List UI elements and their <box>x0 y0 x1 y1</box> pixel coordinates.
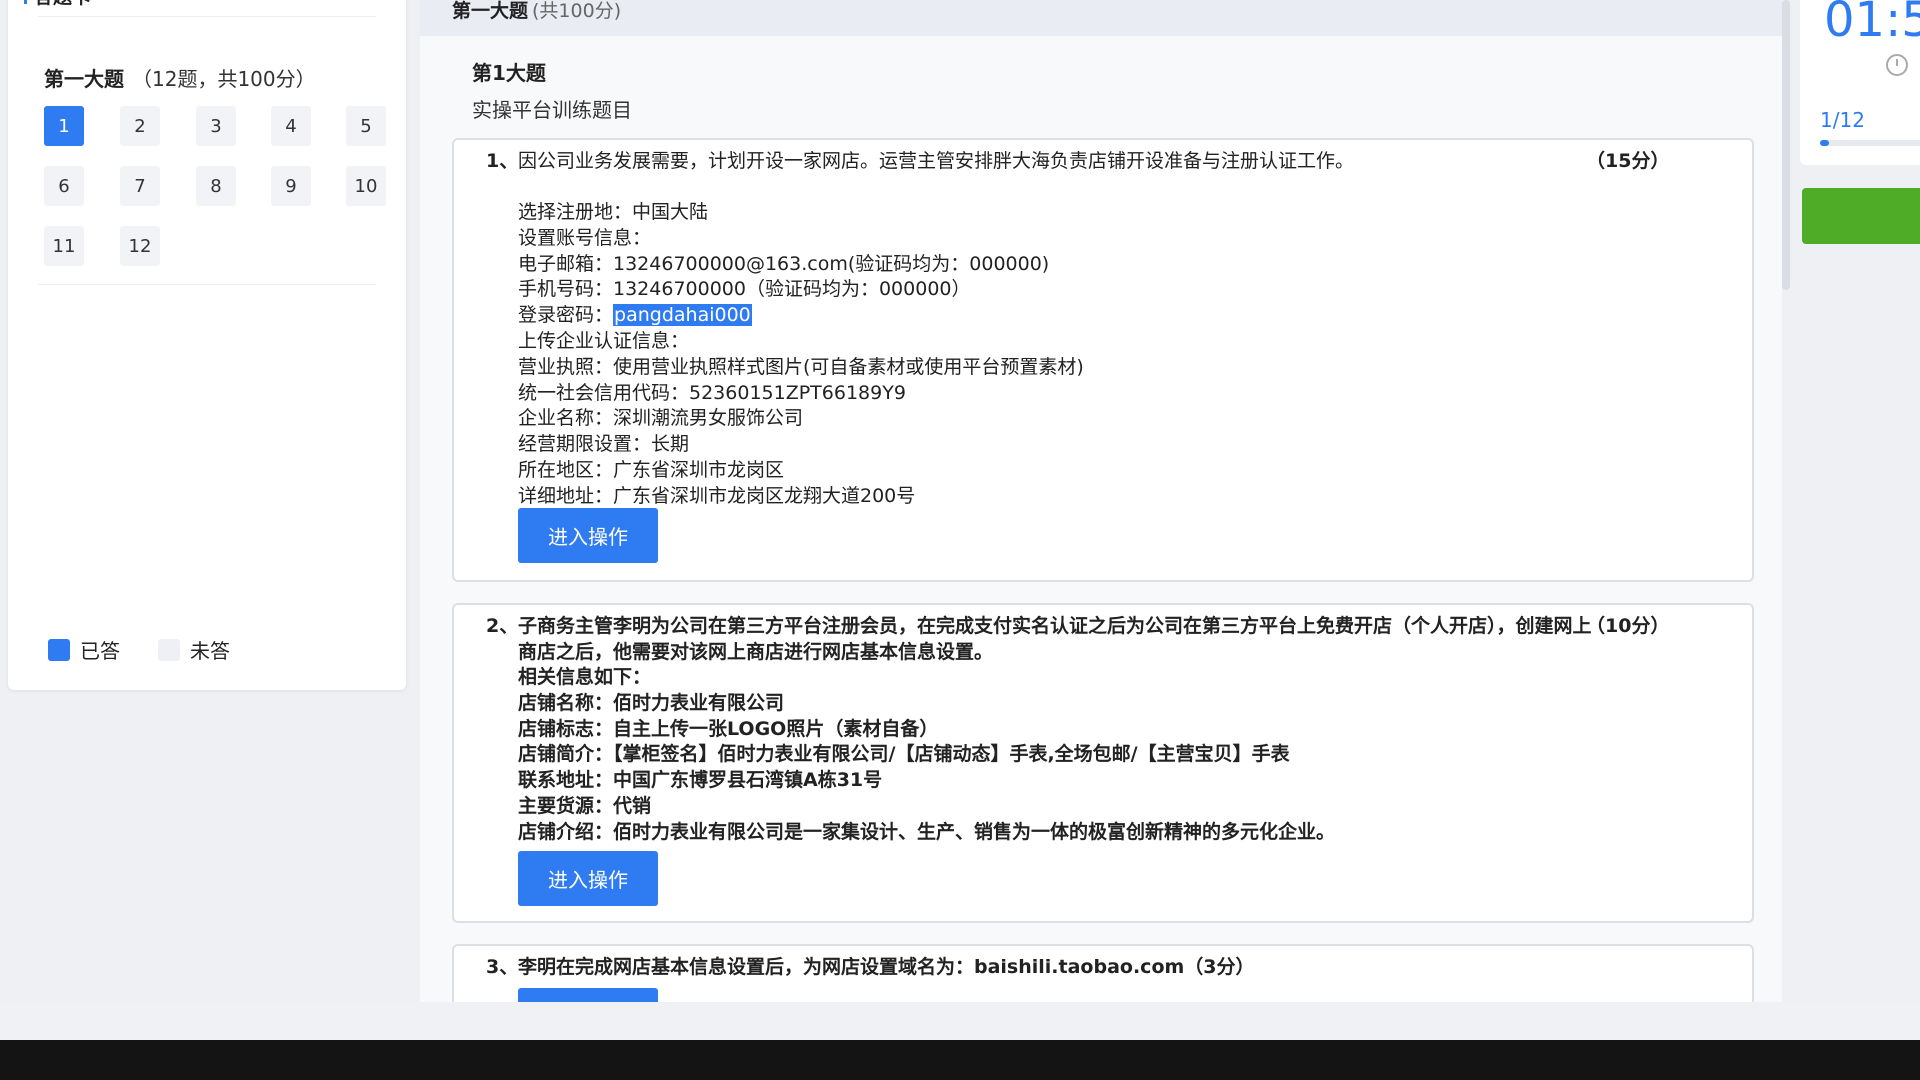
unanswered-swatch <box>158 638 180 661</box>
question-button-3[interactable]: 3 <box>196 106 236 146</box>
section-meta: （12题，共100分） <box>132 67 316 91</box>
detail-line: 店铺名称：佰时力表业有限公司 <box>518 691 785 714</box>
progress-fill <box>1820 140 1830 146</box>
detail-line: 手机号码：13246700000（验证码均为：000000） <box>518 278 971 301</box>
detail-line: 店铺简介：【掌柜签名】佰时力表业有限公司/【店铺动态】手表,全场包邮/【主营宝贝… <box>518 743 1290 766</box>
question-card-1: 1、 因公司业务发展需要，计划开设一家网店。运营主管安排胖大海负责店铺开设准备与… <box>452 138 1754 582</box>
divider <box>38 284 376 285</box>
question-text: 李明在完成网店基本信息设置后，为网店设置域名为：baishili.taobao.… <box>518 956 1255 978</box>
header-section-name: 第一大题 <box>452 0 529 22</box>
question-number: 2、 <box>486 615 519 637</box>
password-value-selected[interactable]: pangdahai000 <box>613 304 752 327</box>
detail-line: 上传企业认证信息： <box>518 329 690 352</box>
question-button-2[interactable]: 2 <box>120 106 160 146</box>
timer-card: 01:5 1/12 <box>1800 0 1920 165</box>
question-text: 子商务主管李明为公司在第三方平台注册会员，在完成支付实名认证之后为公司在第三方平… <box>518 615 1592 663</box>
question-button-7[interactable]: 7 <box>120 166 160 206</box>
progress-text: 1/12 <box>1820 108 1865 132</box>
question-number: 1、 <box>486 150 519 172</box>
detail-line: 联系地址：中国广东博罗县石湾镇A栋31号 <box>518 769 883 792</box>
question-details: 相关信息如下： 店铺名称：佰时力表业有限公司 店铺标志：自主上传一张LOGO照片… <box>518 665 1335 846</box>
question-button-6[interactable]: 6 <box>44 166 84 206</box>
detail-line: 企业名称：深圳潮流男女服饰公司 <box>518 407 804 430</box>
question-details: 选择注册地：中国大陆 设置账号信息： 电子邮箱：13246700000@163.… <box>518 200 1084 510</box>
legend-answered-label: 已答 <box>80 639 120 663</box>
question-button-8[interactable]: 8 <box>196 166 236 206</box>
legend-unanswered-label: 未答 <box>190 639 230 663</box>
detail-line: 主要货源：代销 <box>518 794 652 817</box>
question-button-11[interactable]: 11 <box>44 226 84 266</box>
enter-operation-button[interactable]: 进入操作 <box>518 851 658 906</box>
detail-line: 相关信息如下： <box>518 666 652 688</box>
part-title: 第1大题 <box>472 61 546 85</box>
main-header-title: 第一大题 (共100分) <box>452 0 621 23</box>
countdown-timer: 01:5 <box>1824 0 1920 48</box>
section-heading: 第一大题 （12题，共100分） <box>44 63 316 92</box>
detail-line: 统一社会信用代码：52360151ZPT66189Y9 <box>518 381 906 404</box>
detail-line: 登录密码：pangdahai000 <box>518 303 1084 329</box>
detail-line: 所在地区：广东省深圳市龙岗区 <box>518 458 785 481</box>
detail-line: 营业执照：使用营业执照样式图片(可自备素材或使用平台预置素材) <box>518 355 1084 378</box>
detail-line: 电子邮箱：13246700000@163.com(验证码均为：000000) <box>518 252 1050 275</box>
answer-card-title: 答题卡 <box>23 0 91 9</box>
scrollbar[interactable] <box>1782 0 1790 290</box>
legend: 已答 未答 <box>48 635 230 664</box>
question-text: 因公司业务发展需要，计划开设一家网店。运营主管安排胖大海负责店铺开设准备与注册认… <box>518 150 1355 172</box>
question-card-2: 2、 子商务主管李明为公司在第三方平台注册会员，在完成支付实名认证之后为公司在第… <box>452 603 1754 923</box>
question-score: （15分） <box>1586 150 1670 172</box>
part-subtitle: 实操平台训练题目 <box>472 98 632 122</box>
question-button-1[interactable]: 1 <box>44 106 84 146</box>
clock-icon <box>1886 54 1908 76</box>
progress-bar <box>1820 140 1920 146</box>
detail-line: 详细地址：广东省深圳市龙岗区龙翔大道200号 <box>518 484 916 507</box>
submit-button[interactable] <box>1802 188 1920 244</box>
detail-line: 店铺介绍：佰时力表业有限公司是一家集设计、生产、销售为一体的极富创新精神的多元化… <box>518 820 1336 843</box>
question-button-12[interactable]: 12 <box>120 226 160 266</box>
detail-line: 经营期限设置：长期 <box>518 433 690 456</box>
divider <box>38 16 376 17</box>
question-button-4[interactable]: 4 <box>271 106 311 146</box>
main-header: 第一大题 (共100分) <box>420 0 1782 36</box>
header-section-meta: (共100分) <box>532 0 622 22</box>
question-score: （10分） <box>1586 615 1670 637</box>
main-content: 第一大题 (共100分) 第1大题 实操平台训练题目 1、 因公司业务发展需要，计… <box>420 0 1782 1048</box>
question-button-9[interactable]: 9 <box>271 166 311 206</box>
section-name: 第一大题 <box>44 67 124 91</box>
detail-line: 店铺标志：自主上传一张LOGO照片（素材自备） <box>518 717 939 740</box>
password-label: 登录密码： <box>518 304 614 327</box>
detail-line: 选择注册地：中国大陆 <box>518 201 709 223</box>
answered-swatch <box>48 638 70 661</box>
detail-line: 设置账号信息： <box>518 226 652 249</box>
question-number: 3、 <box>486 956 519 978</box>
taskbar <box>0 1040 1920 1080</box>
question-button-10[interactable]: 10 <box>346 166 386 206</box>
bottom-strip <box>0 1002 1920 1040</box>
enter-operation-button[interactable]: 进入操作 <box>518 508 658 563</box>
question-button-5[interactable]: 5 <box>346 106 386 146</box>
answer-card-panel: 答题卡 第一大题 （12题，共100分） 1 2 3 4 5 6 7 8 9 10… <box>8 0 406 690</box>
